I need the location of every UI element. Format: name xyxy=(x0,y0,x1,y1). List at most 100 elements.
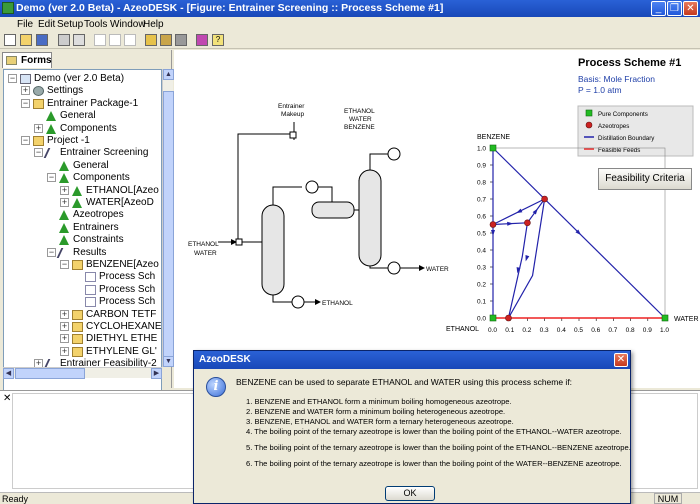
collapse-icon[interactable]: − xyxy=(21,98,30,108)
copy-icon[interactable] xyxy=(109,34,121,46)
collapse-icon[interactable]: − xyxy=(60,260,69,269)
expand-icon[interactable]: + xyxy=(21,86,30,96)
menu-file[interactable]: File xyxy=(17,17,33,32)
tree-item[interactable]: Process Sch xyxy=(4,296,161,308)
collapse-icon[interactable]: − xyxy=(34,148,43,158)
tree-item-label: General xyxy=(73,159,109,171)
makeup-label-1: Entrainer xyxy=(278,103,305,110)
triangle-icon xyxy=(59,173,69,184)
tree-item[interactable]: + DIETHYL ETHE xyxy=(4,333,161,345)
collapse-icon[interactable]: − xyxy=(21,136,30,145)
tree-item[interactable]: Constraints xyxy=(4,234,161,246)
condenser-2-icon xyxy=(387,147,401,161)
menu-setup[interactable]: Setup xyxy=(57,17,83,32)
expand-icon[interactable]: + xyxy=(60,185,69,195)
x-tick-label: 0.2 xyxy=(522,327,531,334)
minimize-button[interactable]: _ xyxy=(651,1,666,16)
tree-horizontal-scrollbar[interactable]: ◀ ▶ xyxy=(3,367,162,379)
tree-vertical-scrollbar[interactable]: ▲ ▼ xyxy=(162,69,174,367)
tab-forms[interactable]: Forms xyxy=(2,52,52,68)
tree-item[interactable]: Process Sch xyxy=(4,271,161,283)
expand-icon[interactable]: + xyxy=(60,322,69,331)
scroll-down-arrow-icon[interactable]: ▼ xyxy=(163,356,174,367)
tool-cycle-icon[interactable] xyxy=(160,34,172,46)
dialog-close-icon[interactable]: ✕ xyxy=(614,353,628,367)
tree-item[interactable]: General xyxy=(4,159,161,172)
expand-icon[interactable]: + xyxy=(34,123,43,133)
close-button[interactable]: ✕ xyxy=(683,1,698,16)
forms-icon xyxy=(6,56,17,65)
top-stream-label-3: BENZENE xyxy=(344,124,375,131)
tree-item[interactable]: + ETHANOL[Azeo xyxy=(4,184,161,197)
collapse-icon[interactable]: − xyxy=(47,173,56,183)
menu-window[interactable]: Window xyxy=(110,17,146,32)
expand-icon[interactable]: + xyxy=(60,346,69,356)
collapse-icon[interactable]: − xyxy=(8,74,17,83)
tool-hierarchy-icon[interactable] xyxy=(145,34,157,46)
tree-item[interactable]: − Entrainer Package-1 xyxy=(4,98,161,110)
hscroll-thumb[interactable] xyxy=(15,368,85,379)
paste-icon[interactable] xyxy=(124,34,136,46)
menu-help[interactable]: Help xyxy=(143,17,164,32)
tree-item[interactable]: − Results xyxy=(4,247,161,259)
tool-book-icon[interactable] xyxy=(196,34,208,46)
feed-mixer xyxy=(235,238,243,246)
tree-item[interactable]: General xyxy=(4,110,161,122)
tree-item[interactable]: − Demo (ver 2.0 Beta) xyxy=(4,73,161,85)
print-icon[interactable] xyxy=(58,34,70,46)
ok-button[interactable]: OK xyxy=(385,486,435,501)
tree-item-label: Components xyxy=(60,122,117,134)
window-title: Demo (ver 2.0 Beta) - AzeoDESK - [Figure… xyxy=(16,2,444,14)
tree-item[interactable]: + ETHYLENE GL' xyxy=(4,346,161,358)
tree-item-label: ETHANOL[Azeo xyxy=(86,184,159,196)
tree-item-label: Components xyxy=(73,172,130,184)
tree-item[interactable]: Entrainers xyxy=(4,222,161,234)
tree-item[interactable]: − BENZENE[Azeo xyxy=(4,259,161,271)
tree-item[interactable]: + CARBON TETF xyxy=(4,309,161,321)
scroll-thumb[interactable] xyxy=(163,91,174,361)
open-folder-icon[interactable] xyxy=(20,34,32,46)
forms-pane: Forms − Demo (ver 2.0 Beta) + Settings − Entr… xyxy=(0,50,172,417)
triangle-icon xyxy=(72,198,82,208)
new-file-icon[interactable] xyxy=(4,34,16,46)
cut-icon[interactable] xyxy=(94,34,106,46)
tree-item[interactable]: Process Sch xyxy=(4,284,161,296)
app-icon[interactable] xyxy=(2,2,14,14)
expand-icon[interactable]: + xyxy=(60,309,69,319)
restore-button[interactable]: ❐ xyxy=(667,1,682,16)
save-icon[interactable] xyxy=(36,34,48,46)
tree-item[interactable]: + WATER[AzeoD xyxy=(4,197,161,209)
project-tree[interactable]: − Demo (ver 2.0 Beta) + Settings − Entrainer … xyxy=(3,69,162,417)
info-icon: i xyxy=(206,377,226,397)
tree-item[interactable]: − Project -1 xyxy=(4,135,161,147)
boundary-direction-arrow xyxy=(507,221,514,226)
x-tick-label: 0.3 xyxy=(540,327,549,334)
output-close-icon[interactable]: ✕ xyxy=(3,393,11,404)
legend-distillation-boundary-label: Distillation Boundary xyxy=(598,135,655,142)
expand-icon[interactable]: + xyxy=(60,198,69,207)
x-tick-label: 0.9 xyxy=(643,327,652,334)
feasibility-criteria-button[interactable]: Feasibility Criteria xyxy=(598,168,692,190)
tree-item[interactable]: − Components xyxy=(4,172,161,184)
tool-print-icon[interactable] xyxy=(175,34,187,46)
scroll-left-arrow-icon[interactable]: ◀ xyxy=(3,368,14,379)
tree-item-label: Process Sch xyxy=(99,296,156,308)
triangle-icon xyxy=(46,111,56,122)
scroll-up-arrow-icon[interactable]: ▲ xyxy=(163,69,174,80)
scroll-right-arrow-icon[interactable]: ▶ xyxy=(151,368,162,379)
tree-item[interactable]: + Settings xyxy=(4,85,161,97)
menu-tools[interactable]: Tools xyxy=(84,17,107,32)
tree-item[interactable]: + CYCLOHEXANE xyxy=(4,321,161,333)
menu-edit[interactable]: Edit xyxy=(38,17,55,32)
tree-item[interactable]: − Entrainer Screening xyxy=(4,147,161,159)
tree-item-label: Demo (ver 2.0 Beta) xyxy=(34,73,125,84)
help-icon[interactable]: ? xyxy=(212,34,224,46)
print-preview-icon[interactable] xyxy=(73,34,85,46)
expand-icon[interactable]: + xyxy=(60,334,69,344)
collapse-icon[interactable]: − xyxy=(47,247,56,257)
makeup-mixer xyxy=(289,131,297,139)
condition-5: 5. The boiling point of the ternary azeo… xyxy=(246,443,631,452)
triangle-icon xyxy=(72,185,82,196)
tree-item[interactable]: Azeotropes xyxy=(4,209,161,221)
tree-item[interactable]: + Components xyxy=(4,122,161,135)
